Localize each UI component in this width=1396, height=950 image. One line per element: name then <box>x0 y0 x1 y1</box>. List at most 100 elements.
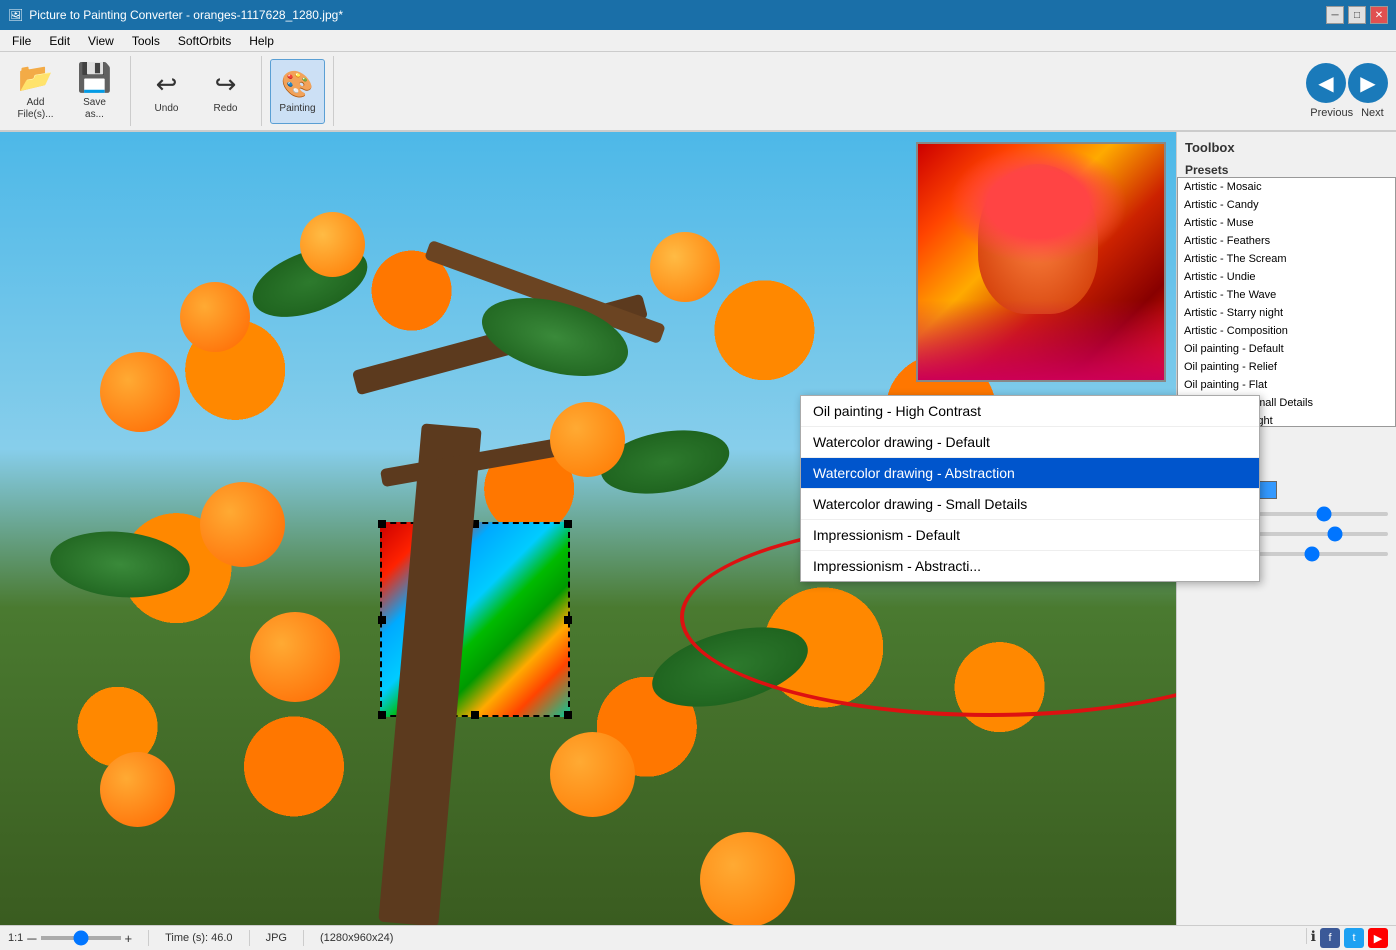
status-divider-2 <box>249 930 250 946</box>
orange-9 <box>700 832 795 925</box>
dropdown-item-11[interactable]: Oil painting - Flat <box>1178 376 1395 394</box>
social-icons: ℹ f t ▶ <box>1306 928 1388 948</box>
dropdown-item-4[interactable]: Artistic - The Scream <box>1178 250 1395 268</box>
dropdown-item-1[interactable]: Artistic - Candy <box>1178 196 1395 214</box>
presets-section: Presets Watercolor drawing - Abstraction… <box>1185 163 1388 201</box>
dropdown-item-3[interactable]: Artistic - Feathers <box>1178 232 1395 250</box>
dropdown-item-8[interactable]: Artistic - Composition <box>1178 322 1395 340</box>
toolbar: 📂 AddFile(s)... 💾 Saveas... ↩ Undo ↪ Red… <box>0 52 1396 132</box>
toolbar-file-group: 📂 AddFile(s)... 💾 Saveas... <box>8 56 131 126</box>
maximize-button[interactable]: □ <box>1348 6 1366 24</box>
add-file-button[interactable]: 📂 AddFile(s)... <box>8 59 63 124</box>
add-file-icon: 📂 <box>18 61 53 94</box>
large-dropdown-item-4[interactable]: Impressionism - Default <box>801 520 1259 551</box>
menu-help[interactable]: Help <box>241 32 282 50</box>
orange-10 <box>650 232 720 302</box>
large-dropdown-item-3[interactable]: Watercolor drawing - Small Details <box>801 489 1259 520</box>
redo-button[interactable]: ↪ Redo <box>198 59 253 124</box>
zoom-slider[interactable] <box>41 936 121 940</box>
menu-bar: File Edit View Tools SoftOrbits Help <box>0 30 1396 52</box>
abstraction-color[interactable] <box>1259 481 1277 499</box>
add-file-label: AddFile(s)... <box>17 97 53 121</box>
smoothing-slider[interactable] <box>1259 552 1388 556</box>
zoom-label: 1:1 <box>8 932 23 944</box>
handle-tr[interactable] <box>564 520 572 528</box>
window-controls[interactable]: ─ □ ✕ <box>1326 6 1388 24</box>
next-label: Next <box>1361 107 1384 119</box>
youtube-icon[interactable]: ▶ <box>1368 928 1388 948</box>
painting-button[interactable]: 🎨 Painting <box>270 59 325 124</box>
redo-icon: ↪ <box>215 69 237 100</box>
leaves-5 <box>644 612 817 721</box>
dropdown-item-2[interactable]: Artistic - Muse <box>1178 214 1395 232</box>
app-icon: 🖼 <box>8 8 23 22</box>
presets-label: Presets <box>1185 163 1388 177</box>
handle-tl[interactable] <box>378 520 386 528</box>
large-dropdown-popup[interactable]: Oil painting - High Contrast Watercolor … <box>800 395 1260 582</box>
menu-tools[interactable]: Tools <box>124 32 168 50</box>
orange-8 <box>100 752 175 827</box>
save-as-label: Saveas... <box>83 97 106 121</box>
handle-ml[interactable] <box>378 616 386 624</box>
orange-5 <box>550 402 625 477</box>
dimensions-display: (1280x960x24) <box>320 932 393 944</box>
save-as-icon: 💾 <box>77 61 112 94</box>
handle-bl[interactable] <box>378 711 386 719</box>
painting-label: Painting <box>279 103 315 114</box>
leaves-4 <box>47 526 192 603</box>
menu-file[interactable]: File <box>4 32 39 50</box>
handle-mr[interactable] <box>564 616 572 624</box>
redo-label: Redo <box>214 103 238 114</box>
facebook-icon[interactable]: f <box>1320 928 1340 948</box>
dropdown-item-9[interactable]: Oil painting - Default <box>1178 340 1395 358</box>
info-icon[interactable]: ℹ <box>1311 928 1316 948</box>
menu-view[interactable]: View <box>80 32 122 50</box>
title-text: Picture to Painting Converter - oranges-… <box>29 8 343 22</box>
undo-label: Undo <box>155 103 179 114</box>
orange-7 <box>550 732 635 817</box>
orange-2 <box>100 352 180 432</box>
dropdown-item-10[interactable]: Oil painting - Relief <box>1178 358 1395 376</box>
orange-3 <box>300 212 365 277</box>
dropdown-item-6[interactable]: Artistic - The Wave <box>1178 286 1395 304</box>
save-as-button[interactable]: 💾 Saveas... <box>67 59 122 124</box>
time-display: Time (s): 46.0 <box>165 932 232 944</box>
large-dropdown-item-2[interactable]: Watercolor drawing - Abstraction <box>801 458 1259 489</box>
painting-icon: 🎨 <box>281 69 313 100</box>
zoom-minus-icon[interactable]: ─ <box>27 931 36 946</box>
status-bar: 1:1 ─ + Time (s): 46.0 JPG (1280x960x24)… <box>0 925 1396 950</box>
title-bar: 🖼 Picture to Painting Converter - orange… <box>0 0 1396 30</box>
large-dropdown-item-1[interactable]: Watercolor drawing - Default <box>801 427 1259 458</box>
format-display: JPG <box>266 932 287 944</box>
zoom-plus-icon[interactable]: + <box>125 931 133 946</box>
previous-button[interactable]: ◀ <box>1306 63 1346 103</box>
toolbar-painting-group: 🎨 Painting <box>270 56 334 126</box>
detail-slider[interactable] <box>1259 512 1388 516</box>
trunk <box>378 423 481 925</box>
zoom-section: 1:1 ─ + <box>8 931 132 946</box>
menu-edit[interactable]: Edit <box>41 32 78 50</box>
next-button[interactable]: ▶ <box>1348 63 1388 103</box>
menu-softorbits[interactable]: SoftOrbits <box>170 32 239 50</box>
minimize-button[interactable]: ─ <box>1326 6 1344 24</box>
navigation-group: ◀ ▶ Previous Next <box>1306 63 1388 119</box>
presets-dropdown-list[interactable]: Artistic - Mosaic Artistic - Candy Artis… <box>1177 177 1396 427</box>
previous-label: Previous <box>1310 107 1353 119</box>
close-button[interactable]: ✕ <box>1370 6 1388 24</box>
undo-button[interactable]: ↩ Undo <box>139 59 194 124</box>
status-divider-3 <box>303 930 304 946</box>
toolbar-edit-group: ↩ Undo ↪ Redo <box>139 56 262 126</box>
orange-4 <box>200 482 285 567</box>
status-divider-1 <box>148 930 149 946</box>
saturation-slider[interactable] <box>1259 532 1388 536</box>
dropdown-item-5[interactable]: Artistic - Undie <box>1178 268 1395 286</box>
dropdown-item-7[interactable]: Artistic - Starry night <box>1178 304 1395 322</box>
twitter-icon[interactable]: t <box>1344 928 1364 948</box>
dropdown-item-0[interactable]: Artistic - Mosaic <box>1178 178 1395 196</box>
undo-icon: ↩ <box>156 69 178 100</box>
large-dropdown-item-5[interactable]: Impressionism - Abstracti... <box>801 551 1259 581</box>
orange-6 <box>250 612 340 702</box>
handle-br[interactable] <box>564 711 572 719</box>
large-dropdown-item-0[interactable]: Oil painting - High Contrast <box>801 396 1259 427</box>
handle-bm[interactable] <box>471 711 479 719</box>
